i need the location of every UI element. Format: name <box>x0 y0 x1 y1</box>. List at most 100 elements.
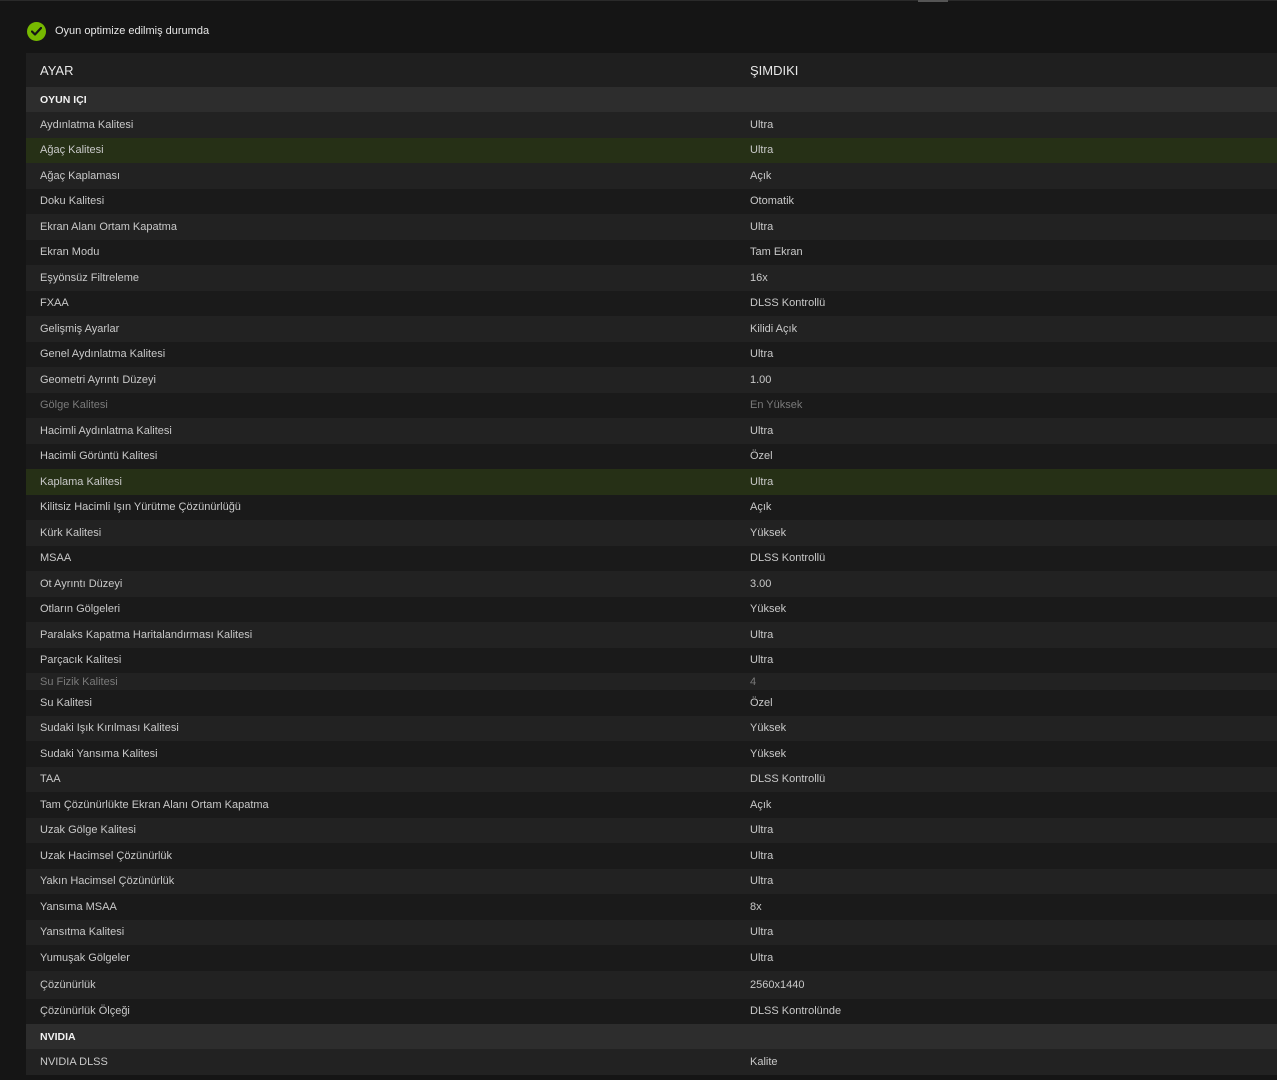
table-row[interactable]: Çözünürlük 2560x1440 <box>26 970 1277 999</box>
table-row[interactable]: Aydınlatma Kalitesi Ultra <box>26 112 1277 138</box>
setting-name: Su Kalitesi <box>40 696 92 709</box>
table-row[interactable]: Sudaki Yansıma Kalitesi Yüksek <box>26 741 1277 767</box>
column-header-current[interactable]: ŞIMDIKI <box>736 63 1277 78</box>
table-row[interactable]: Yansıtma Kalitesi Ultra <box>26 919 1277 945</box>
setting-value: 3.00 <box>750 577 772 590</box>
setting-name: Ekran Alanı Ortam Kapatma <box>40 220 177 233</box>
table-row[interactable]: Su Fizik Kalitesi 4 <box>26 673 1277 690</box>
scroll-indicator[interactable] <box>918 0 948 2</box>
setting-value: Ultra <box>750 348 774 361</box>
table-row[interactable]: NVIDIA DLSS Kalite <box>26 1049 1277 1075</box>
table-row[interactable]: Geometri Ayrıntı Düzeyi 1.00 <box>26 367 1277 393</box>
setting-name: Eşyönsüz Filtreleme <box>40 271 140 284</box>
table-row[interactable]: Doku Kalitesi Otomatik <box>26 188 1277 214</box>
table-row[interactable]: Uzak Hacimsel Çözünürlük Ultra <box>26 843 1277 869</box>
top-border <box>0 0 1277 1</box>
table-row[interactable]: Ekran Modu Tam Ekran <box>26 239 1277 265</box>
table-row[interactable]: Kilitsiz Hacimli Işın Yürütme Çözünürlüğ… <box>26 494 1277 520</box>
setting-value: Açık <box>750 169 772 182</box>
table-row[interactable]: Ekran Alanı Ortam Kapatma Ultra <box>26 214 1277 240</box>
table-row[interactable]: FXAA DLSS Kontrollü <box>26 290 1277 316</box>
table-row[interactable]: Ağaç Kaplaması Açık <box>26 163 1277 189</box>
table-row[interactable]: Hacimli Aydınlatma Kalitesi Ultra <box>26 418 1277 444</box>
setting-name: Ağaç Kaplaması <box>40 169 121 182</box>
setting-value: Tam Ekran <box>750 246 803 259</box>
setting-name: Uzak Hacimsel Çözünürlük <box>40 849 173 862</box>
setting-value: Açık <box>750 501 772 514</box>
setting-value: Yüksek <box>750 526 787 539</box>
table-row[interactable]: Ağaç Kalitesi Ultra <box>26 137 1277 163</box>
setting-name: Aydınlatma Kalitesi <box>40 118 134 131</box>
setting-value: Ultra <box>750 875 774 888</box>
section-title: NVIDIA <box>40 1030 76 1043</box>
setting-value: Kalite <box>750 1055 778 1068</box>
table-row[interactable]: Sudaki Işık Kırılması Kalitesi Yüksek <box>26 715 1277 741</box>
setting-name: Çözünürlük <box>40 978 96 991</box>
setting-name: Paralaks Kapatma Haritalandırması Kalite… <box>40 628 253 641</box>
table-row[interactable]: Genel Aydınlatma Kalitesi Ultra <box>26 341 1277 367</box>
table-row[interactable]: Gölge Kalitesi En Yüksek <box>26 392 1277 418</box>
table-row[interactable]: Paralaks Kapatma Haritalandırması Kalite… <box>26 622 1277 648</box>
table-row[interactable]: Eşyönsüz Filtreleme 16x <box>26 265 1277 291</box>
setting-value: Ultra <box>750 926 774 939</box>
table-row[interactable]: Tam Çözünürlükte Ekran Alanı Ortam Kapat… <box>26 792 1277 818</box>
table-row[interactable]: MSAA DLSS Kontrollü <box>26 545 1277 571</box>
setting-value: Özel <box>750 450 773 463</box>
setting-name: Kaplama Kalitesi <box>40 475 122 488</box>
setting-value: Ultra <box>750 424 774 437</box>
table-row[interactable]: Kürk Kalitesi Yüksek <box>26 520 1277 546</box>
setting-value: Ultra <box>750 824 774 837</box>
table-row[interactable]: Otların Gölgeleri Yüksek <box>26 596 1277 622</box>
setting-value: Yüksek <box>750 722 787 735</box>
setting-name: Çözünürlük Ölçeği <box>40 1005 130 1018</box>
setting-value: 1.00 <box>750 373 772 386</box>
table-row[interactable]: Parçacık Kalitesi Ultra <box>26 647 1277 673</box>
setting-value: 16x <box>750 271 768 284</box>
setting-name: Yakın Hacimsel Çözünürlük <box>40 875 175 888</box>
setting-name: Kürk Kalitesi <box>40 526 102 539</box>
setting-name: Uzak Gölge Kalitesi <box>40 824 136 837</box>
setting-value: DLSS Kontrollü <box>750 297 826 310</box>
setting-value: Yüksek <box>750 747 787 760</box>
setting-value: En Yüksek <box>750 399 803 412</box>
setting-value: 2560x1440 <box>750 978 805 991</box>
table-row[interactable]: Ot Ayrıntı Düzeyi 3.00 <box>26 571 1277 597</box>
setting-value: Ultra <box>750 144 774 157</box>
section-title: OYUN IÇI <box>40 93 87 106</box>
setting-name: Genel Aydınlatma Kalitesi <box>40 348 166 361</box>
table-row[interactable]: Yumuşak Gölgeler Ultra <box>26 945 1277 971</box>
setting-value: Otomatik <box>750 195 795 208</box>
setting-value: 4 <box>750 675 757 688</box>
setting-value: Özel <box>750 696 773 709</box>
setting-name: Tam Çözünürlükte Ekran Alanı Ortam Kapat… <box>40 798 269 811</box>
status-text: Oyun optimize edilmiş durumda <box>55 25 210 37</box>
setting-value: Ultra <box>750 849 774 862</box>
setting-value: Ultra <box>750 118 774 131</box>
setting-name: Yansıma MSAA <box>40 900 117 913</box>
setting-value: Kilidi Açık <box>750 322 798 335</box>
setting-name: FXAA <box>40 297 69 310</box>
table-row[interactable]: Yansıma MSAA 8x <box>26 894 1277 920</box>
table-row[interactable]: Kaplama Kalitesi Ultra <box>26 469 1277 495</box>
setting-name: Gölge Kalitesi <box>40 399 108 412</box>
table-row[interactable]: TAA DLSS Kontrollü <box>26 766 1277 792</box>
table-row[interactable]: Hacimli Görüntü Kalitesi Özel <box>26 443 1277 469</box>
setting-name: Kilitsiz Hacimli Işın Yürütme Çözünürlüğ… <box>40 501 241 514</box>
setting-value: Ultra <box>750 475 774 488</box>
table-row[interactable]: Uzak Gölge Kalitesi Ultra <box>26 817 1277 843</box>
setting-name: Otların Gölgeleri <box>40 603 121 616</box>
setting-name: Parçacık Kalitesi <box>40 654 122 667</box>
table-row[interactable]: Çözünürlük Ölçeği DLSS Kontrolünde <box>26 998 1277 1024</box>
table-row[interactable]: Yakın Hacimsel Çözünürlük Ultra <box>26 868 1277 894</box>
setting-name: Yansıtma Kalitesi <box>40 926 125 939</box>
table-row[interactable]: Su Kalitesi Özel <box>26 690 1277 716</box>
setting-name: TAA <box>40 773 61 786</box>
setting-value: Ultra <box>750 654 774 667</box>
setting-value: Ultra <box>750 220 774 233</box>
check-icon <box>27 21 46 41</box>
table-row[interactable]: Gelişmiş Ayarlar Kilidi Açık <box>26 316 1277 342</box>
setting-name: Su Fizik Kalitesi <box>40 675 118 688</box>
setting-name: Ekran Modu <box>40 246 100 259</box>
setting-name: Doku Kalitesi <box>40 195 105 208</box>
column-header-setting[interactable]: AYAR <box>26 63 736 78</box>
